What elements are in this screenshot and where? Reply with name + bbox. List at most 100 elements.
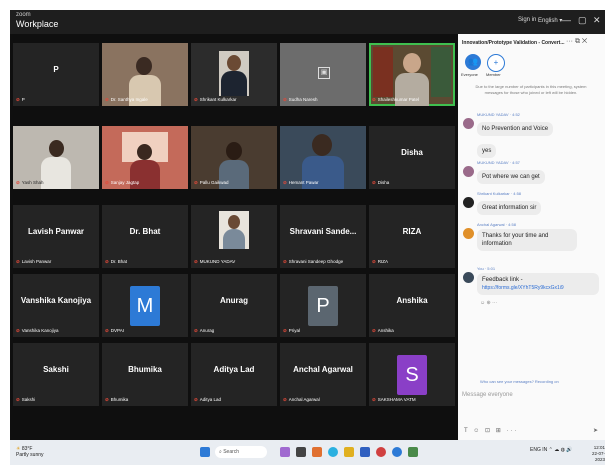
participant-tile-active-speaker[interactable]: ⊘ Shaileshkumar Patel: [369, 43, 455, 106]
app-icon[interactable]: [408, 447, 418, 457]
participant-tile[interactable]: ⊘ MUKUND YADAV: [191, 205, 277, 268]
app-icon[interactable]: [360, 447, 370, 457]
message-reactions[interactable]: ☺ ⊕ ···: [480, 300, 497, 306]
mic-muted-icon: ⊘: [372, 97, 376, 102]
who-can-see-notice[interactable]: Who can see your messages? Recording on: [480, 379, 559, 384]
participant-tile[interactable]: Anshika ⊘ Anshika: [369, 274, 455, 337]
participant-tile[interactable]: ⊘ Hemant Pawar: [280, 126, 366, 189]
participant-name: Dr. Bhat: [129, 227, 161, 236]
mic-muted-icon: ⊘: [105, 97, 109, 102]
chat-window-controls[interactable]: ··· ⧉ ✕: [566, 38, 587, 46]
language-select[interactable]: English ▾: [538, 17, 562, 24]
minimize-button[interactable]: —: [562, 15, 571, 25]
clock[interactable]: 12:01 22-07-2023: [584, 445, 605, 463]
participant-tile[interactable]: P ⊘ Priyal: [280, 274, 366, 337]
app-brand: zoom: [16, 12, 31, 18]
participant-tile[interactable]: ⊘ Pallu Gaikwad: [191, 126, 277, 189]
participant-tile[interactable]: Bhumika ⊘ Bhumika: [102, 343, 188, 406]
participant-tile[interactable]: Aditya Lad ⊘ Aditya Lad: [191, 343, 277, 406]
participant-tile[interactable]: Sakshi ⊘ Sakshi: [13, 343, 99, 406]
participant-label: Sudha Naresh: [288, 97, 318, 102]
app-icon[interactable]: [296, 447, 306, 457]
participant-tile[interactable]: ⊘ Shrikant Kulkarkar: [191, 43, 277, 106]
mic-muted-icon: ⊘: [105, 328, 109, 333]
chat-message: MUKUND YADAV · 4:57 Pot where we can get: [463, 160, 601, 184]
video-person: [49, 140, 64, 157]
participant-tile[interactable]: Dr. Bhat ⊘ Dr. Bhat: [102, 205, 188, 268]
participant-tile[interactable]: Shravani Sande... ⊘ Shravani Sandeep Ghod…: [280, 205, 366, 268]
participant-label: Anurag: [199, 328, 215, 333]
video-person: [136, 57, 152, 75]
participant-label: Vanshika Kanojiya: [21, 328, 59, 333]
chat-input[interactable]: Message everyone: [462, 392, 513, 398]
message-text: Pot where we can get: [477, 170, 545, 184]
participant-name: Lavish Panwar: [27, 227, 85, 236]
participant-tile[interactable]: ⊘ Yash Shah: [13, 126, 99, 189]
mic-muted-icon: ⊘: [283, 397, 287, 402]
participant-tile[interactable]: ⊘ Sanjay Jagtap: [102, 126, 188, 189]
participant-tile[interactable]: S ⊘ SAKSHAMA VATM: [369, 343, 455, 406]
participant-tile[interactable]: Disha ⊘ Disha: [369, 126, 455, 189]
camera-off-icon: ▣: [318, 67, 330, 79]
chrome-icon[interactable]: [376, 447, 386, 457]
system-tray[interactable]: ENG IN ⌃ ☁ ◍ 🔊: [530, 447, 573, 453]
sign-in-link[interactable]: Sign in: [518, 17, 536, 23]
windows-taskbar: ☀ 83°F Partly sunny ⌕ Search ENG IN ⌃ ☁ …: [10, 440, 605, 465]
message-sender: Anchal Agarwal · 4:58: [477, 222, 516, 227]
mic-muted-icon: ⊘: [283, 328, 287, 333]
participant-tile[interactable]: P ⊘ P: [13, 43, 99, 106]
browser-icon[interactable]: [328, 447, 338, 457]
title-bar: zoom Workplace Sign in English ▾ — ▢ ✕: [10, 10, 605, 34]
message-sender: You · 5:01: [477, 266, 496, 271]
participant-label: Shrikant Kulkarkar: [199, 97, 237, 102]
file-explorer-icon[interactable]: [344, 447, 354, 457]
avatar: [463, 272, 474, 283]
send-icon[interactable]: ➤: [593, 427, 598, 434]
app-name: Workplace: [16, 19, 59, 29]
mic-muted-icon: ⊘: [372, 259, 376, 264]
participant-label: Hemant Pawar: [288, 180, 319, 185]
video-person: [403, 53, 421, 73]
taskbar-search[interactable]: ⌕ Search: [215, 446, 267, 458]
participant-label: MUKUND YADAV: [199, 259, 236, 264]
mic-muted-icon: ⊘: [372, 328, 376, 333]
participant-tile[interactable]: Anchal Agarwal ⊘ Anchal Agarwal: [280, 343, 366, 406]
add-member-icon[interactable]: +: [487, 54, 505, 72]
message-sender: MUKUND YADAV · 4:52: [477, 112, 520, 117]
everyone-tab-icon[interactable]: 👥: [465, 54, 481, 70]
participant-tile[interactable]: ⊘ Dr. Santhya Ingale: [102, 43, 188, 106]
mic-muted-icon: ⊘: [194, 397, 198, 402]
app-icon[interactable]: [280, 447, 290, 457]
restore-button[interactable]: ▢: [578, 15, 587, 26]
feedback-link[interactable]: https://forms.gle/XYhT5Ry9kcxGx1i9: [482, 285, 564, 291]
participant-label: Sanjay Jagtap: [110, 180, 140, 185]
participant-label: Bhumika: [110, 397, 129, 402]
mic-muted-icon: ⊘: [372, 397, 376, 402]
search-icon: ⌕: [219, 449, 222, 455]
participant-tile[interactable]: Lavish Panwar ⊘ Lavish Panwar: [13, 205, 99, 268]
participant-tile[interactable]: M ⊘ DVPAI: [102, 274, 188, 337]
participant-tile[interactable]: ▣ ⊘ Sudha Naresh: [280, 43, 366, 106]
participant-label: Dr. Santhya Ingale: [110, 97, 148, 102]
participant-label: Disha: [377, 180, 390, 185]
start-icon[interactable]: [200, 447, 210, 457]
chat-message: Anchal Agarwal · 4:58 Thanks for your ti…: [463, 222, 601, 251]
app-icon[interactable]: [312, 447, 322, 457]
participant-tile[interactable]: Anurag ⊘ Anurag: [191, 274, 277, 337]
mic-muted-icon: ⊘: [105, 259, 109, 264]
participant-label: RIZA: [377, 259, 389, 264]
participant-label: SAKSHAMA VATM: [377, 397, 416, 402]
participant-tile[interactable]: Vanshika Kanojiya ⊘ Vanshika Kanojiya: [13, 274, 99, 337]
chat-format-toolbar[interactable]: T ☺ ⊡ ⊞ ···: [464, 427, 518, 434]
close-button[interactable]: ✕: [593, 15, 601, 26]
mic-muted-icon: ⊘: [283, 259, 287, 264]
chat-title: Innovation/Prototype Validation - Conver…: [462, 40, 565, 46]
zoom-icon[interactable]: [392, 447, 402, 457]
participant-tile[interactable]: RIZA ⊘ RIZA: [369, 205, 455, 268]
participant-name: Sakshi: [43, 365, 69, 374]
message-sender: Shrikant Kulkarkar · 4:58: [477, 191, 522, 196]
mic-muted-icon: ⊘: [16, 328, 20, 333]
zoom-window: zoom Workplace Sign in English ▾ — ▢ ✕ P…: [10, 10, 605, 440]
participant-gallery: P ⊘ P ⊘ Dr. Santhya Ingale ⊘ Shrikant Kulka…: [10, 34, 458, 440]
mic-muted-icon: ⊘: [283, 180, 287, 185]
